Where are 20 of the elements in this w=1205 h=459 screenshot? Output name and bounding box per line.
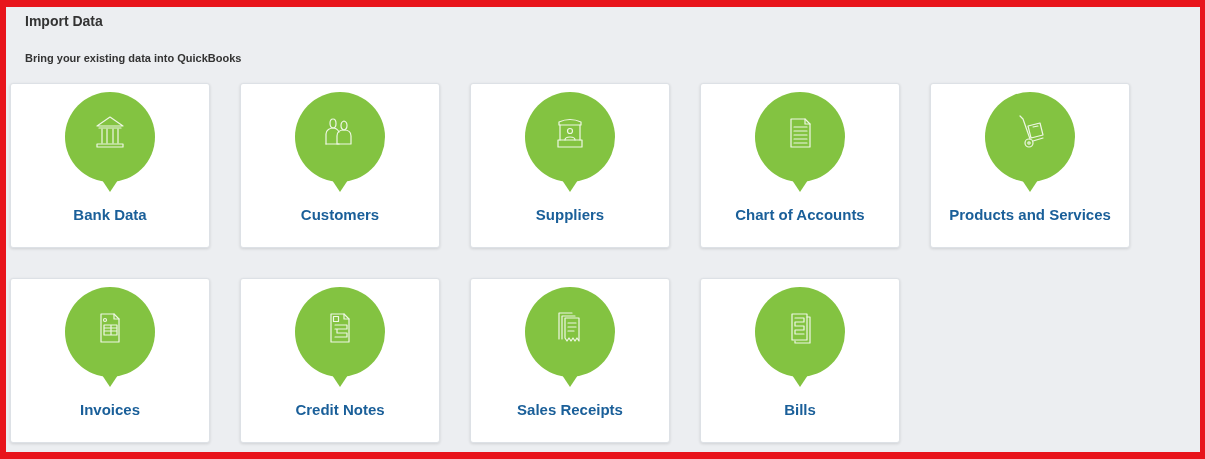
invoice-icon	[65, 286, 155, 389]
import-card[interactable]: Products and Services	[930, 82, 1130, 248]
two-people-icon	[295, 91, 385, 194]
page-title: Import Data	[25, 12, 104, 31]
bank-building-icon	[65, 91, 155, 194]
kiosk-icon	[525, 91, 615, 194]
import-card[interactable]: Invoices	[10, 277, 210, 443]
document-icon	[755, 91, 845, 194]
bills-stack-icon	[755, 286, 845, 389]
import-card[interactable]: Chart of Accounts	[700, 82, 900, 248]
import-card[interactable]: Bills	[700, 277, 900, 443]
credit-note-icon	[295, 286, 385, 389]
page-subtitle: Bring your existing data into QuickBooks	[25, 51, 243, 66]
receipt-stack-icon	[525, 286, 615, 389]
import-card[interactable]: Customers	[240, 82, 440, 248]
import-card[interactable]: Suppliers	[470, 82, 670, 248]
import-card[interactable]: Credit Notes	[240, 277, 440, 443]
hand-truck-icon	[985, 91, 1075, 194]
import-card[interactable]: Sales Receipts	[470, 277, 670, 443]
import-card[interactable]: Bank Data	[10, 82, 210, 248]
